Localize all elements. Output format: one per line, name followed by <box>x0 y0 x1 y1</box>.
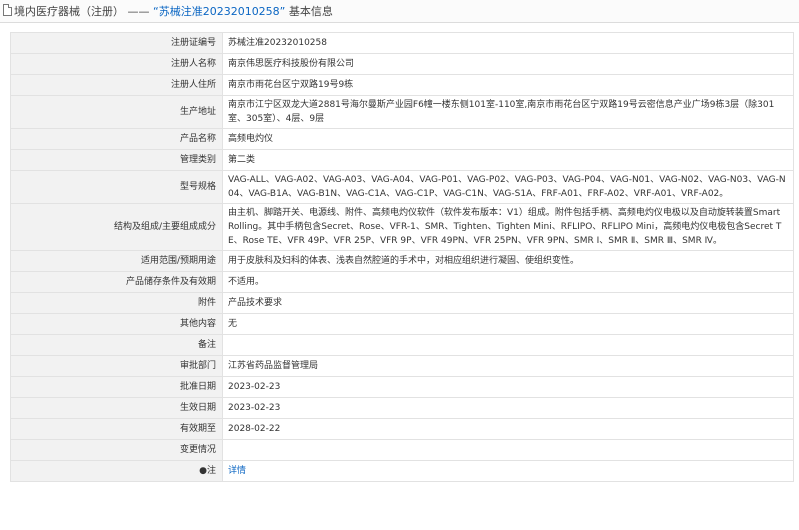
row-label: 适用范围/预期用途 <box>10 250 223 272</box>
table-row: 型号规格 VAG-ALL、VAG-A02、VAG-A03、VAG-A04、VAG… <box>10 170 794 204</box>
row-value: 2028-02-22 <box>222 418 794 440</box>
row-value: 由主机、脚踏开关、电源线、附件、高频电灼仪软件（软件发布版本：V1）组成。附件包… <box>222 203 794 251</box>
row-value: 南京市江宁区双龙大道2881号海尔曼斯产业园F6幢一楼东侧101室-110室,南… <box>222 95 794 129</box>
row-value: 江苏省药品监督管理局 <box>222 355 794 377</box>
table-row: 适用范围/预期用途 用于皮肤科及妇科的体表、浅表自然腔道的手术中，对相应组织进行… <box>10 250 794 272</box>
row-value: 2023-02-23 <box>222 376 794 398</box>
table-row: 附件 产品技术要求 <box>10 292 794 314</box>
note-label: ●注 <box>10 460 223 482</box>
table-row: 产品名称 高频电灼仪 <box>10 128 794 150</box>
row-label: 其他内容 <box>10 313 223 335</box>
title-suffix: 基本信息 <box>285 5 333 18</box>
row-value: 南京市雨花台区宁双路19号9栋 <box>222 74 794 96</box>
row-value: 苏械注准20232010258 <box>222 32 794 54</box>
row-label: 生效日期 <box>10 397 223 419</box>
row-label: 附件 <box>10 292 223 314</box>
details-link[interactable]: 详情 <box>228 466 246 476</box>
table-row: 注册证编号 苏械注准20232010258 <box>10 32 794 54</box>
row-label: 型号规格 <box>10 170 223 204</box>
table-row: 审批部门 江苏省药品监督管理局 <box>10 355 794 377</box>
row-value: 产品技术要求 <box>222 292 794 314</box>
row-label: 批准日期 <box>10 376 223 398</box>
row-label: 备注 <box>10 334 223 356</box>
row-label: 有效期至 <box>10 418 223 440</box>
row-value: 不适用。 <box>222 271 794 293</box>
row-value: 高频电灼仪 <box>222 128 794 150</box>
row-value: VAG-ALL、VAG-A02、VAG-A03、VAG-A04、VAG-P01、… <box>222 170 794 204</box>
row-label: 结构及组成/主要组成成分 <box>10 203 223 251</box>
row-label: 产品名称 <box>10 128 223 150</box>
row-label: 产品储存条件及有效期 <box>10 271 223 293</box>
table-row: 管理类别 第二类 <box>10 149 794 171</box>
row-value: 2023-02-23 <box>222 397 794 419</box>
row-label: 注册证编号 <box>10 32 223 54</box>
row-label: 管理类别 <box>10 149 223 171</box>
row-value <box>222 334 794 356</box>
table-row: 注册人住所 南京市雨花台区宁双路19号9栋 <box>10 74 794 96</box>
row-value: 南京伟思医疗科技股份有限公司 <box>222 53 794 75</box>
table-row: 备注 <box>10 334 794 356</box>
row-value: 第二类 <box>222 149 794 171</box>
title-prefix: 境内医疗器械（注册） <box>14 5 124 18</box>
table-row: 变更情况 <box>10 439 794 461</box>
note-mark: ● <box>199 466 207 476</box>
row-label: 注册人住所 <box>10 74 223 96</box>
row-label: 生产地址 <box>10 95 223 129</box>
title-registration-number: “苏械注准20232010258” <box>153 5 286 18</box>
note-label-text: 注 <box>206 466 216 476</box>
table-row: 注册人名称 南京伟思医疗科技股份有限公司 <box>10 53 794 75</box>
table-row: 生效日期 2023-02-23 <box>10 397 794 419</box>
page-header: 境内医疗器械（注册） —— “苏械注准20232010258” 基本信息 <box>0 0 799 23</box>
row-label: 注册人名称 <box>10 53 223 75</box>
table-row: 其他内容 无 <box>10 313 794 335</box>
row-label: 变更情况 <box>10 439 223 461</box>
table-row: 产品储存条件及有效期 不适用。 <box>10 271 794 293</box>
row-value: 用于皮肤科及妇科的体表、浅表自然腔道的手术中，对相应组织进行凝固、使组织变性。 <box>222 250 794 272</box>
registration-info-table: 注册证编号 苏械注准20232010258 注册人名称 南京伟思医疗科技股份有限… <box>10 32 794 482</box>
note-value: 详情 <box>222 460 794 482</box>
row-label: 审批部门 <box>10 355 223 377</box>
table-row: 有效期至 2028-02-22 <box>10 418 794 440</box>
table-row: 结构及组成/主要组成成分 由主机、脚踏开关、电源线、附件、高频电灼仪软件（软件发… <box>10 203 794 251</box>
table-row: 生产地址 南京市江宁区双龙大道2881号海尔曼斯产业园F6幢一楼东侧101室-1… <box>10 95 794 129</box>
table-row: 批准日期 2023-02-23 <box>10 376 794 398</box>
document-icon <box>3 4 12 16</box>
page-title: 境内医疗器械（注册） —— “苏械注准20232010258” 基本信息 <box>14 3 333 19</box>
row-value: 无 <box>222 313 794 335</box>
title-separator: —— <box>124 5 153 18</box>
row-value <box>222 439 794 461</box>
table-row: ●注 详情 <box>10 460 794 482</box>
